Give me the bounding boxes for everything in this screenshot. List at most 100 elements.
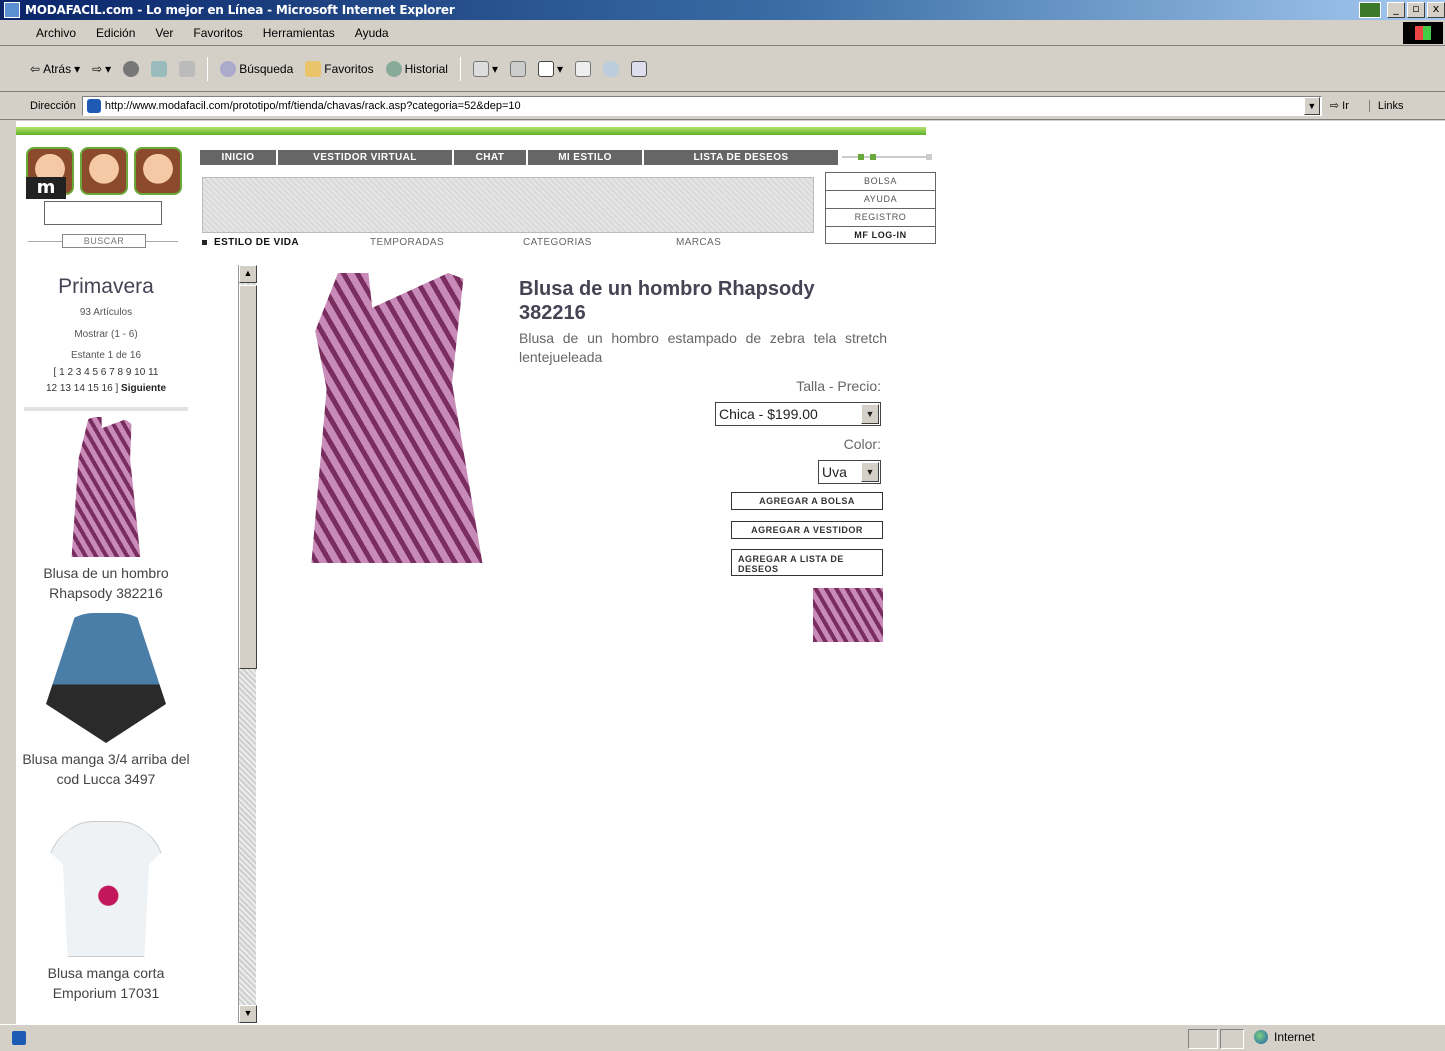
- edit-button[interactable]: ▾: [537, 60, 563, 77]
- back-button[interactable]: ⇦ Atrás ▾: [30, 62, 80, 76]
- showing-range: Mostrar (1 - 6): [74, 329, 138, 340]
- address-label: Dirección: [30, 99, 76, 112]
- favorites-icon: [305, 60, 322, 77]
- add-to-dresser-button[interactable]: AGREGAR A VESTIDOR: [731, 521, 883, 539]
- list-scrollbar[interactable]: ▲ ▼: [238, 265, 257, 1023]
- mail-icon: [472, 60, 489, 77]
- subnav-categorias[interactable]: CATEGORIAS: [523, 237, 592, 248]
- product-list: Primavera 93 Artículos Mostrar (1 - 6) E…: [16, 271, 236, 1024]
- scroll-up-button[interactable]: ▲: [239, 265, 257, 283]
- nav-inicio[interactable]: INICIO: [200, 150, 278, 165]
- nav-chat[interactable]: CHAT: [454, 150, 528, 165]
- address-bar: Dirección http://www.modafacil.com/proto…: [0, 92, 1445, 120]
- scroll-down-button[interactable]: ▼: [239, 1005, 257, 1023]
- menu-edicion[interactable]: Edición: [96, 26, 135, 40]
- close-button[interactable]: x: [1427, 2, 1445, 18]
- stop-button[interactable]: [123, 60, 140, 77]
- forward-button[interactable]: ⇨ ▾: [92, 62, 111, 76]
- nav-vestidor-virtual[interactable]: VESTIDOR VIRTUAL: [278, 150, 454, 165]
- minimize-button[interactable]: _: [1387, 2, 1405, 18]
- color-label: Color:: [843, 436, 881, 452]
- subnav-marcas[interactable]: MARCAS: [676, 237, 721, 248]
- account-links: BOLSA AYUDA REGISTRO MF LOG-IN: [825, 172, 936, 244]
- address-input[interactable]: http://www.modafacil.com/prototipo/mf/ti…: [81, 95, 1322, 116]
- go-button[interactable]: ⇨ Ir: [1330, 99, 1349, 112]
- maximize-button[interactable]: ▫: [1407, 2, 1425, 18]
- model-face-icon: [80, 147, 128, 195]
- item-name: Blusa manga corta Emporium 17031: [47, 965, 165, 1001]
- active-bullet-icon: [202, 240, 207, 245]
- print-button[interactable]: [509, 60, 526, 77]
- list-divider: [24, 407, 188, 411]
- color-select[interactable]: Uva ▼: [818, 460, 881, 484]
- color-value: Uva: [822, 464, 847, 480]
- add-to-bag-button[interactable]: AGREGAR A BOLSA: [731, 492, 883, 510]
- site-logo[interactable]: m: [22, 143, 192, 203]
- link-bolsa[interactable]: BOLSA: [825, 172, 936, 190]
- status-bar: Internet: [0, 1024, 1445, 1051]
- ie-icon: [4, 2, 20, 18]
- subnav-temporadas[interactable]: TEMPORADAS: [370, 237, 444, 248]
- globe-icon: [1254, 1030, 1268, 1044]
- menu-bar: Archivo Edición Ver Favoritos Herramient…: [0, 20, 1445, 46]
- mail-button[interactable]: ▾: [472, 60, 498, 77]
- favorites-label: Favoritos: [324, 61, 374, 76]
- home-button[interactable]: [179, 60, 196, 77]
- favorites-button[interactable]: Favoritos: [305, 60, 374, 77]
- nav-lista-de-deseos[interactable]: LISTA DE DESEOS: [644, 150, 838, 165]
- page-links-line1[interactable]: [ 1 2 3 4 5 6 7 8 9 10 11: [16, 365, 196, 381]
- chevron-down-icon: ▾: [74, 61, 81, 76]
- browser-window: MODAFACIL.com - Lo mejor en Línea - Micr…: [0, 0, 1445, 1051]
- link-registro[interactable]: REGISTRO: [825, 208, 936, 226]
- search-input[interactable]: [44, 201, 162, 225]
- discuss-icon: [575, 60, 592, 77]
- next-link[interactable]: Siguiente: [121, 383, 166, 394]
- refresh-button[interactable]: [151, 60, 168, 77]
- discuss-button[interactable]: [575, 60, 592, 77]
- status-cell: [1220, 1029, 1244, 1049]
- go-arrow-icon: ⇨: [1329, 100, 1340, 112]
- season-title: Primavera: [58, 275, 154, 298]
- list-item[interactable]: Blusa manga corta Emporium 17031: [16, 821, 196, 1003]
- research-icon: [631, 60, 648, 77]
- subnav-estilo-de-vida[interactable]: ESTILO DE VIDA: [214, 237, 299, 248]
- size-price-select[interactable]: Chica - $199.00 ▼: [715, 402, 881, 426]
- menu-ayuda[interactable]: Ayuda: [355, 26, 389, 40]
- list-item[interactable]: Blusa manga 3/4 arriba del cod Lucca 349…: [16, 613, 196, 789]
- print-icon: [509, 60, 526, 77]
- messenger-icon: [603, 60, 620, 77]
- menu-favoritos[interactable]: Favoritos: [193, 26, 242, 40]
- links-button[interactable]: Links: [1368, 99, 1404, 112]
- history-button[interactable]: Historial: [385, 60, 448, 77]
- edit-icon: [537, 60, 554, 77]
- add-to-wishlist-button[interactable]: AGREGAR A LISTA DE DESEOS: [731, 549, 883, 576]
- zebra-blouse-thumb-icon: [71, 417, 141, 557]
- address-dropdown-button[interactable]: ▼: [1303, 96, 1320, 115]
- toolbar-separator: [459, 56, 461, 81]
- lucca-blouse-thumb-icon: [46, 613, 166, 743]
- page-links-line2[interactable]: 12 13 14 15 16 ]: [46, 383, 118, 394]
- window-title: MODAFACIL.com - Lo mejor en Línea - Micr…: [25, 3, 455, 17]
- search-submit-button[interactable]: BUSCAR: [62, 234, 146, 248]
- menu-archivo[interactable]: Archivo: [36, 26, 76, 40]
- forward-arrow-icon: ⇨: [92, 61, 103, 76]
- search-button[interactable]: Búsqueda: [220, 60, 293, 77]
- nav-mi-estilo[interactable]: MI ESTILO: [528, 150, 644, 165]
- scroll-thumb[interactable]: [239, 285, 257, 669]
- history-label: Historial: [404, 61, 448, 76]
- menu-herramientas[interactable]: Herramientas: [263, 26, 335, 40]
- item-count: 93 Artículos: [79, 307, 133, 318]
- go-label: Ir: [1342, 100, 1349, 112]
- research-button[interactable]: [631, 60, 648, 77]
- toolbar: ⇦ Atrás ▾ ⇨ ▾ Búsqueda Favoritos Histori…: [0, 46, 1445, 92]
- link-ayuda[interactable]: AYUDA: [825, 190, 936, 208]
- chevron-down-icon: ▾: [491, 61, 498, 76]
- menu-ver[interactable]: Ver: [155, 26, 173, 40]
- color-swatch[interactable]: [813, 588, 883, 642]
- pagination: [ 1 2 3 4 5 6 7 8 9 10 11 12 13 14 15 16…: [16, 365, 196, 397]
- link-mf-login[interactable]: MF LOG-IN: [825, 226, 936, 244]
- toolbar-separator: [207, 56, 209, 81]
- messenger-button[interactable]: [603, 60, 620, 77]
- status-cell: [1188, 1029, 1218, 1049]
- list-item[interactable]: Blusa de un hombro Rhapsody 382216: [16, 417, 196, 603]
